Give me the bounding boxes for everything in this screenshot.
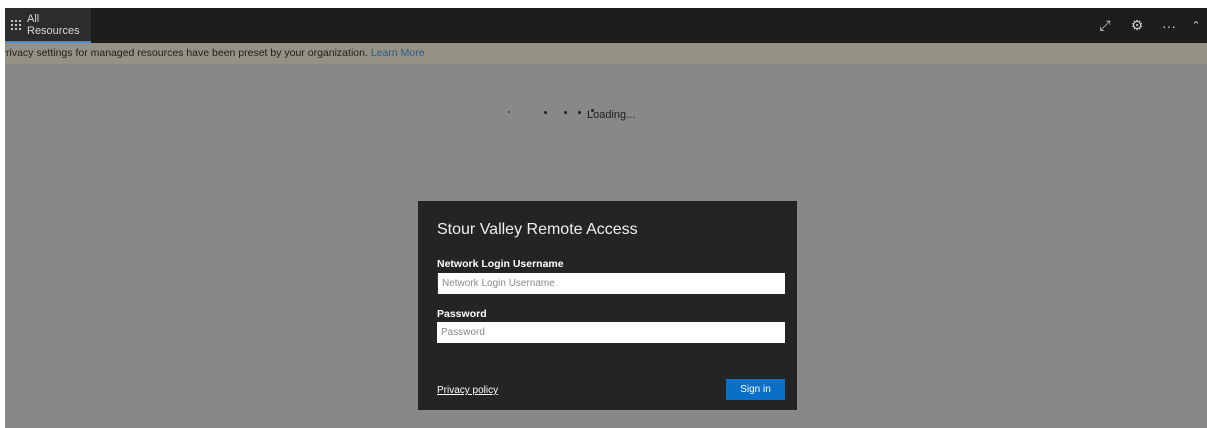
tab-label: All Resources bbox=[27, 12, 80, 37]
tab-all-resources[interactable]: All Resources bbox=[5, 8, 91, 43]
browser-frame: All Resources ⤢ ⚙ ··· ⌃ Privacy settings… bbox=[0, 0, 1207, 428]
loading-dot bbox=[544, 111, 547, 114]
password-label: Password bbox=[437, 308, 487, 320]
loading-dot bbox=[564, 111, 567, 114]
username-label: Network Login Username bbox=[437, 258, 564, 270]
loading-text: Loading... bbox=[587, 109, 636, 121]
sign-in-button[interactable]: Sign in bbox=[726, 379, 785, 400]
expand-icon[interactable]: ⤢ bbox=[1089, 8, 1121, 43]
gear-icon[interactable]: ⚙ bbox=[1121, 8, 1153, 43]
privacy-policy-link[interactable]: Privacy policy bbox=[437, 385, 498, 396]
loading-dot bbox=[578, 111, 581, 114]
dialog-title: Stour Valley Remote Access bbox=[437, 221, 638, 238]
grid-icon bbox=[11, 19, 21, 30]
chevron-up-icon[interactable]: ⌃ bbox=[1185, 8, 1207, 43]
username-input[interactable] bbox=[437, 273, 785, 294]
loading-dot bbox=[508, 111, 510, 113]
topbar-actions: ⤢ ⚙ ··· ⌃ bbox=[1089, 8, 1207, 43]
login-dialog: Stour Valley Remote Access Network Login… bbox=[418, 201, 797, 410]
content-overlay: Privacy settings for managed resources h… bbox=[5, 43, 1207, 428]
password-input[interactable] bbox=[437, 322, 785, 343]
more-icon[interactable]: ··· bbox=[1153, 8, 1185, 43]
privacy-notice-text: Privacy settings for managed resources h… bbox=[5, 47, 368, 59]
privacy-notice-bar: Privacy settings for managed resources h… bbox=[5, 43, 1207, 64]
top-bar: All Resources ⤢ ⚙ ··· ⌃ bbox=[5, 8, 1207, 43]
learn-more-link[interactable]: Learn More bbox=[371, 47, 425, 59]
